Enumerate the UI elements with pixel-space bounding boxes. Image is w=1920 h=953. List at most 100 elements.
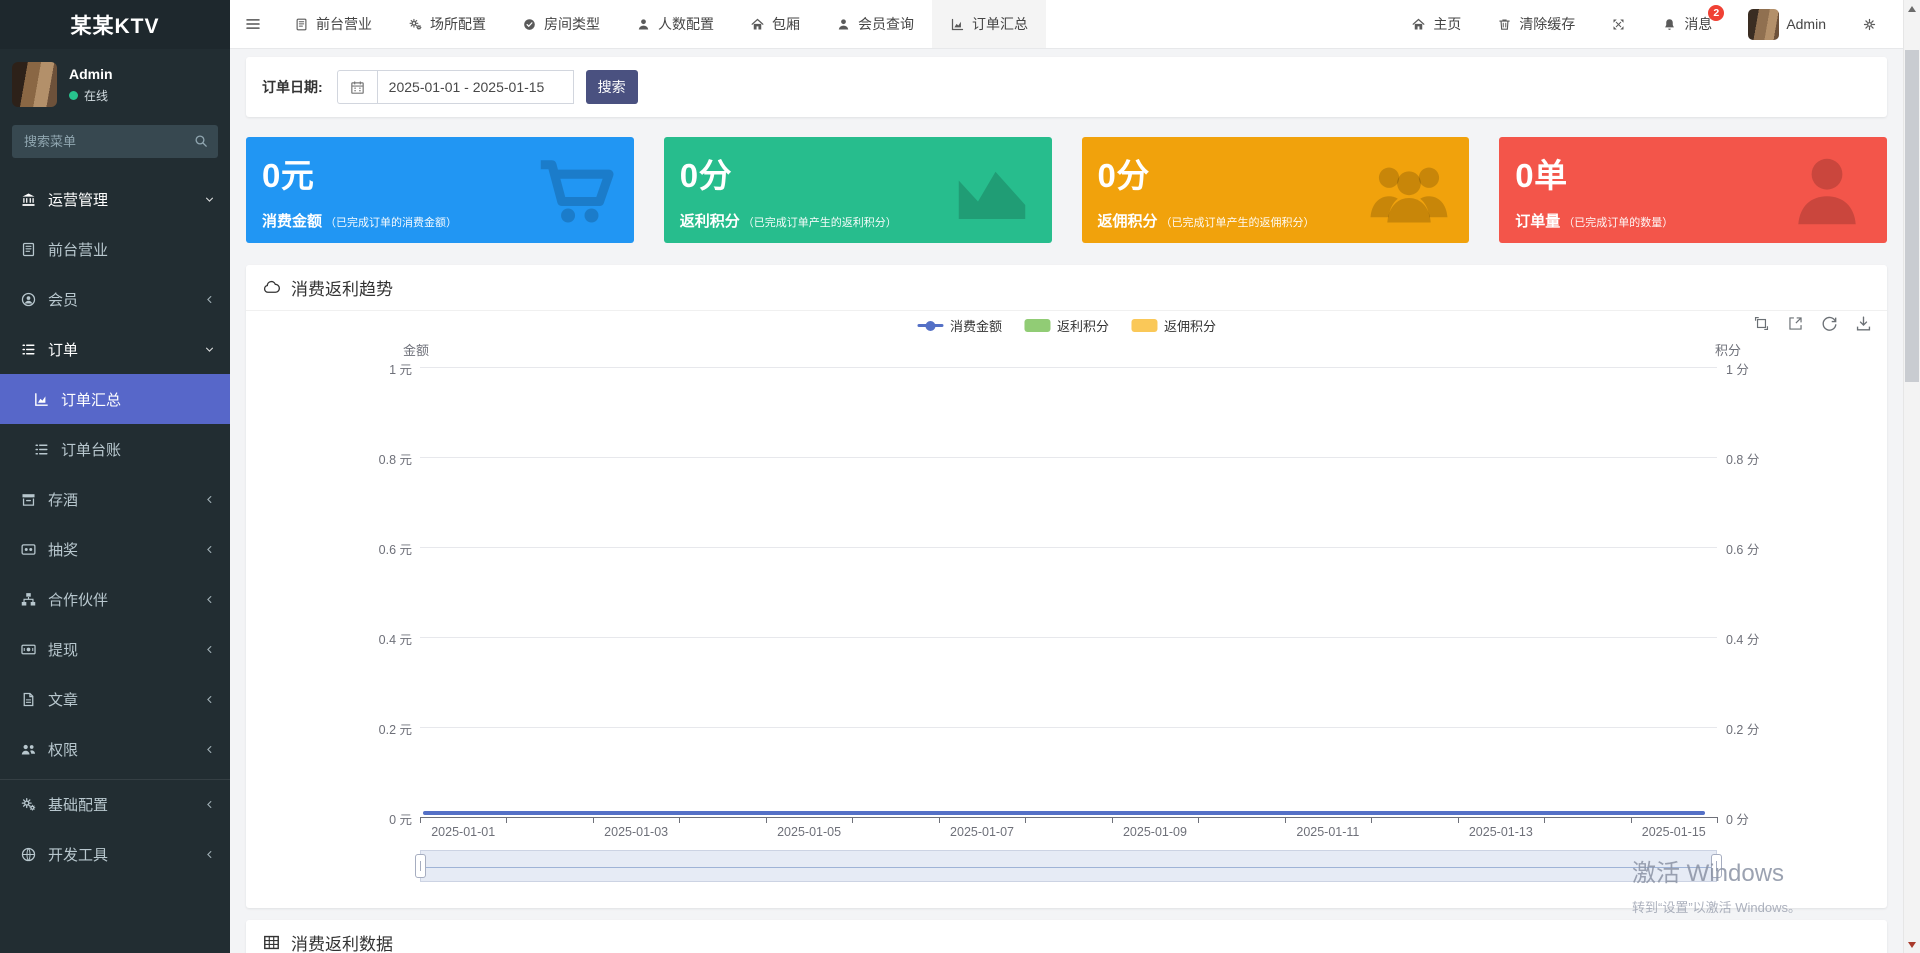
chart: 消费金额返利积分返佣积分 金额 积分 1 元1 分0.8 元0.8 分0.6 元… xyxy=(246,311,1887,908)
nav-tab-5[interactable]: 会员查询 xyxy=(818,0,932,48)
list-icon xyxy=(33,441,50,458)
nav-tab-1[interactable]: 场所配置 xyxy=(390,0,504,48)
stat-title: 返利积分 xyxy=(680,210,740,231)
scrollbar[interactable] xyxy=(1903,0,1920,953)
nav-tab-3[interactable]: 人数配置 xyxy=(618,0,732,48)
avatar xyxy=(12,62,57,107)
stat-card-2: 0分返佣积分（已完成订单产生的返佣积分） xyxy=(1082,137,1470,243)
chart-title: 消费返利趋势 xyxy=(291,275,393,300)
table-panel-header: 消费返利数据 xyxy=(246,920,1887,953)
sidebar-item-label: 会员 xyxy=(48,289,203,310)
scroll-thumb[interactable] xyxy=(1905,50,1919,382)
globe-icon xyxy=(20,846,37,863)
scroll-up-arrow[interactable] xyxy=(1904,0,1920,17)
person-icon xyxy=(1781,149,1873,233)
sidebar-item-2[interactable]: 会员 xyxy=(0,274,230,324)
sidebar-item-12[interactable]: 基础配置 xyxy=(0,779,230,829)
sidebar-item-13[interactable]: 开发工具 xyxy=(0,829,230,879)
stat-title: 消费金额 xyxy=(262,210,322,231)
content: 订单日期: 2025-01-01 - 2025-01-15 搜索 0元消费金额（… xyxy=(230,49,1903,953)
y-tick-label-left: 0.6 元 xyxy=(318,539,412,558)
hamburger-icon xyxy=(244,15,262,33)
legend-label: 返利积分 xyxy=(1057,316,1109,335)
x-axis-tick xyxy=(1198,818,1199,823)
x-axis-tick xyxy=(1371,818,1372,823)
search-button[interactable]: 搜索 xyxy=(586,70,638,104)
y-tick-label-left: 0.8 元 xyxy=(318,449,412,468)
sidebar-item-label: 运营管理 xyxy=(48,189,203,210)
legend-item-0[interactable]: 消费金额 xyxy=(917,316,1002,335)
date-range-input[interactable]: 2025-01-01 - 2025-01-15 xyxy=(377,70,574,104)
expand-icon xyxy=(1611,17,1626,32)
sidebar-item-9[interactable]: 提现 xyxy=(0,624,230,674)
nav-tab-label: 包厢 xyxy=(772,14,800,34)
trash-icon xyxy=(1497,17,1512,32)
sidebar-item-6[interactable]: 存酒 xyxy=(0,474,230,524)
stat-note: （已完成订单产生的返佣积分） xyxy=(1161,214,1315,230)
sidebar-item-5[interactable]: 订单台账 xyxy=(0,424,230,474)
sidebar-item-8[interactable]: 合作伙伴 xyxy=(0,574,230,624)
chevron-left-icon xyxy=(203,543,216,556)
x-axis-tick xyxy=(679,818,680,823)
legend-rect-marker xyxy=(1024,319,1050,332)
x-axis-tick xyxy=(852,818,853,823)
area-icon xyxy=(946,149,1038,233)
journal-icon xyxy=(20,241,37,258)
date-range-group: 2025-01-01 - 2025-01-15 xyxy=(337,70,574,104)
user-status: 在线 xyxy=(69,87,113,104)
datazoom-handle-left[interactable] xyxy=(415,854,426,878)
nav-tab-4[interactable]: 包厢 xyxy=(732,0,818,48)
stat-note: （已完成订单的消费金额） xyxy=(325,214,457,230)
nav-home[interactable]: 主页 xyxy=(1393,0,1479,48)
online-dot xyxy=(69,91,78,100)
x-tick-label: 2025-01-15 xyxy=(1619,825,1729,839)
x-axis-tick xyxy=(420,818,421,823)
x-axis-tick xyxy=(1285,818,1286,823)
legend-rect-marker xyxy=(1131,319,1157,332)
nav-user-menu[interactable]: Admin xyxy=(1730,0,1844,48)
sidebar-item-label: 开发工具 xyxy=(48,844,203,865)
x-axis-tick xyxy=(593,818,594,823)
calendar-icon[interactable] xyxy=(337,70,377,104)
journal-icon xyxy=(294,17,309,32)
search-icon[interactable] xyxy=(193,133,209,149)
table-icon xyxy=(262,933,281,952)
home-icon xyxy=(750,17,765,32)
sidebar-search-input[interactable] xyxy=(12,125,218,158)
nav-tab-0[interactable]: 前台营业 xyxy=(276,0,390,48)
refresh-icon[interactable] xyxy=(1820,314,1839,333)
stat-note: （已完成订单的数量） xyxy=(1563,214,1673,230)
stat-title: 订单量 xyxy=(1515,210,1560,231)
sidebar-item-10[interactable]: 文章 xyxy=(0,674,230,724)
zoom-restore-icon[interactable] xyxy=(1786,314,1805,333)
brand[interactable]: 某某KTV xyxy=(0,0,230,49)
x-axis-line xyxy=(420,817,1718,818)
datazoom-slider[interactable] xyxy=(420,850,1717,882)
nav-settings[interactable] xyxy=(1844,0,1895,48)
legend-item-1[interactable]: 返利积分 xyxy=(1024,316,1109,335)
x-axis-tick xyxy=(1458,818,1459,823)
sidebar-item-11[interactable]: 权限 xyxy=(0,724,230,774)
legend-item-2[interactable]: 返佣积分 xyxy=(1131,316,1216,335)
nav-tab-6[interactable]: 订单汇总 xyxy=(932,0,1046,48)
zoom-select-icon[interactable] xyxy=(1752,314,1771,333)
box-icon xyxy=(20,491,37,508)
download-icon[interactable] xyxy=(1854,314,1873,333)
nav-fullscreen[interactable] xyxy=(1593,0,1644,48)
sidebar-item-0[interactable]: 运营管理 xyxy=(0,174,230,224)
sidebar-toggle-button[interactable] xyxy=(230,0,276,48)
gridline xyxy=(420,457,1717,458)
scroll-down-arrow[interactable] xyxy=(1904,936,1920,953)
screen: 某某KTV Admin 在线 运营管理前台营业会员订单订单汇总订单台账存酒抽奖合… xyxy=(0,0,1920,953)
nav-messages[interactable]: 消息2 xyxy=(1644,0,1730,48)
sidebar-item-label: 权限 xyxy=(48,739,203,760)
sidebar-item-7[interactable]: 抽奖 xyxy=(0,524,230,574)
nav-tab-2[interactable]: 房间类型 xyxy=(504,0,618,48)
gridline xyxy=(420,367,1717,368)
sidebar-item-1[interactable]: 前台营业 xyxy=(0,224,230,274)
nav-clear-cache[interactable]: 清除缓存 xyxy=(1479,0,1593,48)
sidebar-item-3[interactable]: 订单 xyxy=(0,324,230,374)
sidebar: 某某KTV Admin 在线 运营管理前台营业会员订单订单汇总订单台账存酒抽奖合… xyxy=(0,0,230,953)
datazoom-handle-right[interactable] xyxy=(1711,854,1722,878)
sidebar-item-4[interactable]: 订单汇总 xyxy=(0,374,230,424)
